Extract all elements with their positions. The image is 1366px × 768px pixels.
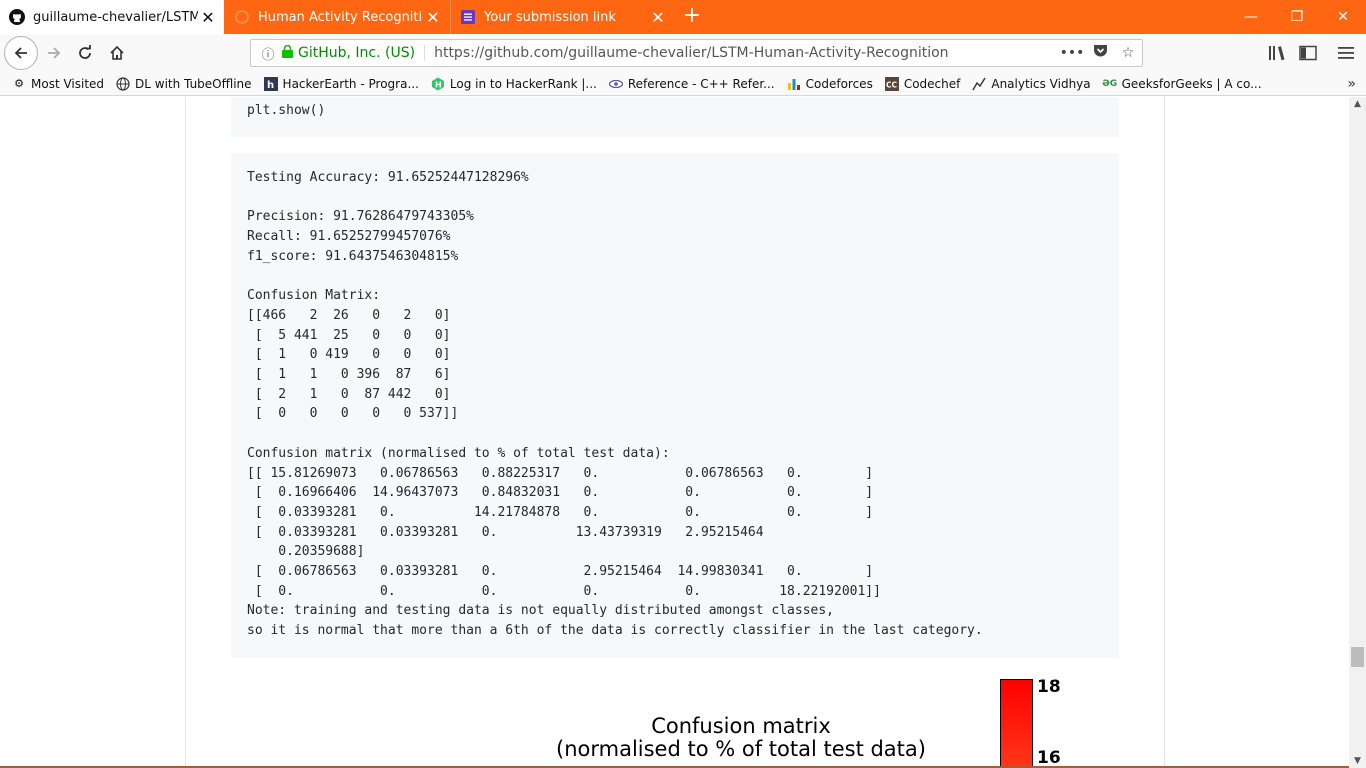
reload-button[interactable] — [70, 38, 100, 68]
globe-icon — [116, 76, 130, 91]
form-icon — [460, 9, 476, 25]
readme-article: plt.show() Testing Accuracy: 91.65252447… — [185, 97, 1165, 768]
colorbar-tick-label: 16 — [1037, 748, 1061, 768]
tab-github[interactable]: guillaume-chevalier/LSTM-Human-Activity-… — [0, 0, 224, 34]
bookmark-label: Most Visited — [31, 76, 105, 91]
restore-icon[interactable]: ❐ — [1274, 0, 1320, 34]
colorbar — [1000, 679, 1033, 768]
bookmark-label: DL with TubeOffline — [135, 76, 252, 91]
bookmark-label: Log in to HackerRank |... — [449, 76, 597, 91]
bookmark-label: HackerEarth - Progra... — [282, 76, 419, 91]
bookmark-most-visited[interactable]: ⚙ Most Visited — [12, 77, 104, 91]
sidebar-icon[interactable] — [1296, 41, 1320, 65]
output-block: Testing Accuracy: 91.65252447128296% Pre… — [231, 153, 1119, 658]
bookmark-codeforces[interactable]: Codeforces — [787, 77, 873, 91]
forward-arrow-icon — [48, 47, 61, 59]
chart-title: Confusion matrix (normalised to % of tot… — [496, 715, 986, 761]
url-bar[interactable]: ⓘ GitHub, Inc. (US) https://github.com/g… — [250, 39, 1143, 67]
bookmark-analytics-vidhya[interactable]: Analytics Vidhya — [972, 76, 1091, 91]
code-block: plt.show() — [231, 97, 1119, 137]
github-icon — [9, 9, 25, 25]
site-identity[interactable]: GitHub, Inc. (US) — [298, 45, 426, 61]
tab-human-activity[interactable]: Human Activity Recognition (9 ✕ — [225, 0, 449, 34]
url-input[interactable]: https://github.com/guillaume-chevalier/L… — [434, 45, 1058, 61]
bookmarks-toolbar: ⚙ Most Visited DL with TubeOffline h Hac… — [0, 72, 1366, 96]
codeforces-icon — [787, 77, 801, 91]
tab-submission[interactable]: Your submission link ✕ — [450, 0, 674, 34]
scroll-down-icon[interactable]: ▼ — [1349, 756, 1366, 766]
tab-title: Human Activity Recognition (9 — [258, 9, 423, 25]
chart-title-line1: Confusion matrix — [651, 714, 831, 738]
code-text: plt.show() — [247, 103, 326, 118]
bookmark-tubeoffline[interactable]: DL with TubeOffline — [116, 77, 252, 91]
bookmark-star-icon[interactable]: ☆ — [1114, 45, 1142, 61]
bookmark-label: Reference - C++ Refer... — [627, 76, 775, 91]
output-text: Testing Accuracy: 91.65252447128296% Pre… — [247, 170, 983, 639]
page-actions-icon[interactable]: ••• — [1058, 45, 1086, 61]
pocket-icon[interactable] — [1086, 44, 1114, 62]
new-tab-button[interactable]: + — [678, 0, 706, 34]
hackerearth-icon: h — [263, 76, 278, 91]
back-button[interactable] — [4, 36, 38, 70]
gfg-icon: ƏG — [1102, 78, 1118, 89]
info-icon[interactable]: ⓘ — [257, 44, 279, 63]
hackerrank-icon: H — [431, 77, 445, 91]
bookmark-geeksforgeeks[interactable]: ƏG GeeksforGeeks | A co... — [1102, 76, 1262, 91]
chart-title-line2: (normalised to % of total test data) — [556, 737, 926, 761]
close-tab-icon[interactable]: ✕ — [648, 8, 668, 27]
gear-icon: ⚙ — [14, 77, 24, 90]
close-tab-icon[interactable]: ✕ — [423, 8, 443, 27]
svg-text:h: h — [267, 80, 274, 91]
colorbar-tick-label: 18 — [1037, 677, 1061, 697]
bookmark-label: GeeksforGeeks | A co... — [1121, 76, 1262, 91]
navigation-toolbar: ⓘ GitHub, Inc. (US) https://github.com/g… — [0, 34, 1366, 72]
bookmark-hackerearth[interactable]: h HackerEarth - Progra... — [263, 76, 419, 91]
cplusplus-icon — [608, 77, 623, 91]
reload-icon — [79, 45, 91, 59]
tab-strip: guillaume-chevalier/LSTM-Human-Activity-… — [0, 0, 1366, 34]
svg-text:CC: CC — [886, 80, 898, 89]
page-content: plt.show() Testing Accuracy: 91.65252447… — [0, 97, 1349, 768]
window-close-icon[interactable]: ✕ — [1320, 0, 1366, 34]
back-arrow-icon — [14, 47, 27, 59]
vertical-scrollbar[interactable]: ▲ ▼ — [1349, 97, 1366, 768]
analytics-icon — [972, 77, 986, 91]
bookmark-codechef[interactable]: CC Codechef — [884, 76, 961, 91]
bookmarks-overflow-icon[interactable]: » — [1347, 76, 1356, 92]
codechef-icon: CC — [884, 76, 899, 91]
home-icon — [110, 45, 124, 60]
forward-button[interactable] — [39, 38, 69, 68]
home-button[interactable] — [102, 38, 132, 68]
tab-title: Your submission link — [484, 9, 616, 25]
lock-icon[interactable] — [279, 44, 295, 61]
bookmark-label: Codeforces — [805, 76, 873, 91]
scroll-up-icon[interactable]: ▲ — [1349, 99, 1366, 109]
confusion-matrix-figure: Confusion matrix (normalised to % of tot… — [186, 667, 1166, 768]
scrollbar-thumb[interactable] — [1351, 647, 1364, 667]
bookmark-label: Codechef — [903, 76, 961, 91]
minimize-icon[interactable]: — — [1228, 0, 1274, 34]
bookmark-cplusplus[interactable]: Reference - C++ Refer... — [608, 76, 775, 91]
loading-icon — [234, 9, 250, 25]
svg-text:H: H — [435, 80, 442, 89]
bookmark-label: Analytics Vidhya — [991, 76, 1091, 91]
menu-icon[interactable] — [1334, 41, 1358, 65]
tab-title: guillaume-chevalier/LSTM-Human-Activity-… — [33, 9, 198, 25]
close-tab-icon[interactable]: ✕ — [198, 8, 218, 27]
bookmark-hackerrank[interactable]: H Log in to HackerRank |... — [431, 77, 597, 91]
library-icon[interactable] — [1265, 41, 1289, 65]
